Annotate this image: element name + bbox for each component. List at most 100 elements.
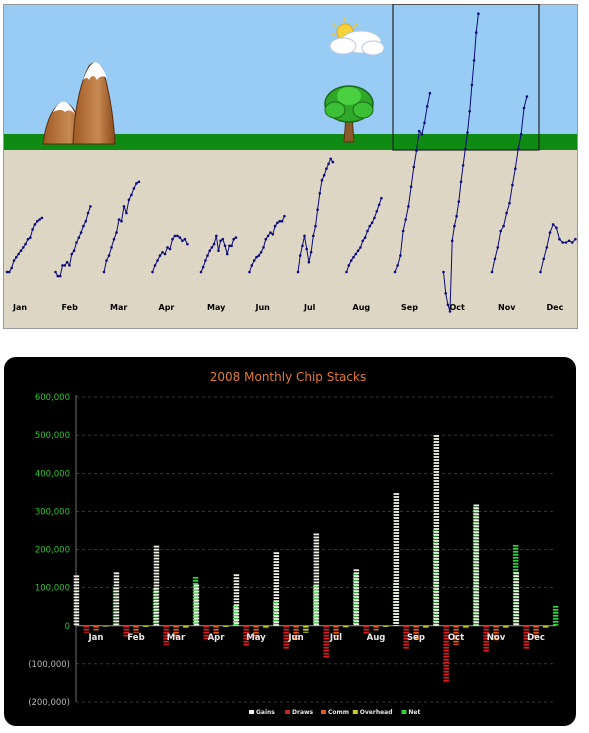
line-point xyxy=(61,264,64,267)
y-tick-label: (200,000) xyxy=(28,698,70,708)
line-point xyxy=(363,236,367,239)
line-point xyxy=(570,241,574,244)
y-tick-label: 600,000 xyxy=(35,393,70,403)
line-point xyxy=(273,224,277,228)
line-point xyxy=(22,246,25,249)
line-point xyxy=(409,185,413,188)
line-point xyxy=(36,219,39,223)
bar-overhead-jul xyxy=(343,625,349,628)
y-tick-label: 500,000 xyxy=(35,431,70,441)
line-point xyxy=(423,121,426,125)
legend-label: Comm xyxy=(328,709,349,716)
line-point xyxy=(525,95,529,98)
x-tick-label: Dec xyxy=(527,633,545,643)
y-tick-label: (100,000) xyxy=(28,660,70,670)
line-point xyxy=(166,246,169,249)
line-point xyxy=(404,218,408,221)
month-label: Mar xyxy=(110,303,127,312)
line-point xyxy=(539,270,542,274)
line-point xyxy=(508,201,511,205)
line-point xyxy=(307,260,311,264)
line-point xyxy=(107,254,111,257)
line-point xyxy=(230,244,233,248)
line-point xyxy=(31,228,34,231)
line-point xyxy=(393,270,397,274)
legend-swatch-net xyxy=(401,710,407,714)
line-point xyxy=(502,224,505,228)
legend-label: Gains xyxy=(256,709,275,716)
line-point xyxy=(105,259,108,262)
line-point xyxy=(468,110,472,113)
line-point xyxy=(127,198,131,202)
bar-overhead-nov xyxy=(503,625,509,628)
monthly-stack-line-chart: Jan Feb Mar Apr May Jun Jul Aug Sep Oct Nov Dec xyxy=(3,4,578,329)
bar-overhead-feb xyxy=(143,625,149,627)
line-point xyxy=(212,242,216,246)
y-axis-labels: 600,000 500,000 400,000 300,000 200,000 100,0… xyxy=(28,393,70,708)
line-point xyxy=(117,218,121,221)
line-point xyxy=(82,224,85,228)
line-point xyxy=(280,219,284,223)
line-point xyxy=(186,242,189,246)
line-point xyxy=(56,274,60,278)
line-point xyxy=(163,252,167,256)
line-point xyxy=(305,247,309,251)
line-point xyxy=(450,239,454,243)
line-point xyxy=(444,292,448,295)
x-tick-label: Mar xyxy=(167,633,186,643)
line-point xyxy=(130,193,133,197)
bars-group xyxy=(73,435,559,683)
bar-draws-jan xyxy=(83,625,89,633)
line-point xyxy=(248,270,251,274)
bar-overhead-mar xyxy=(183,625,189,628)
line-point xyxy=(453,224,456,228)
line-point xyxy=(401,229,405,233)
line-point xyxy=(516,147,520,151)
line-point xyxy=(459,180,463,184)
line-point xyxy=(327,162,330,166)
month-label: Sep xyxy=(401,303,418,312)
month-label: Dec xyxy=(547,303,564,312)
y-tick-label: 100,000 xyxy=(35,584,70,594)
line-point xyxy=(352,255,355,259)
line-point xyxy=(368,224,372,228)
line-point xyxy=(309,251,313,254)
legend-swatch-overhead xyxy=(352,710,358,714)
line-point xyxy=(574,237,577,241)
x-tick-label: Feb xyxy=(127,633,144,643)
line-point xyxy=(204,259,207,262)
line-point xyxy=(173,234,177,238)
line-point xyxy=(322,173,326,177)
line-point xyxy=(137,180,141,184)
line-point xyxy=(359,246,362,249)
line-point xyxy=(120,219,123,223)
line-point xyxy=(474,31,478,34)
line-point xyxy=(558,237,561,241)
x-tick-label: Oct xyxy=(448,633,464,643)
line-point xyxy=(206,254,209,257)
line-point xyxy=(542,257,545,261)
line-point xyxy=(33,223,37,226)
line-point xyxy=(257,254,261,257)
line-point xyxy=(269,231,272,234)
month-label: Apr xyxy=(159,303,175,312)
chip-stacks-panel: 2008 Monthly Chip Stacks 600,000 500,000 4… xyxy=(4,357,576,726)
line-point xyxy=(54,270,57,274)
line-point xyxy=(349,259,353,262)
bar-net-dec xyxy=(552,605,559,626)
line-point xyxy=(345,270,348,274)
line-point xyxy=(380,196,383,200)
bar-overhead-sep xyxy=(423,625,429,628)
line-point xyxy=(320,178,324,182)
line-point xyxy=(370,221,374,225)
x-tick-label: Sep xyxy=(407,633,425,643)
line-point xyxy=(514,167,517,170)
line-point xyxy=(17,252,20,256)
month-label: Nov xyxy=(498,303,516,312)
line-point xyxy=(65,260,69,264)
x-tick-label: Aug xyxy=(367,633,386,643)
bar-gains-may xyxy=(233,574,240,626)
line-point xyxy=(442,270,445,274)
line-point xyxy=(252,259,256,262)
line-point xyxy=(115,231,118,234)
